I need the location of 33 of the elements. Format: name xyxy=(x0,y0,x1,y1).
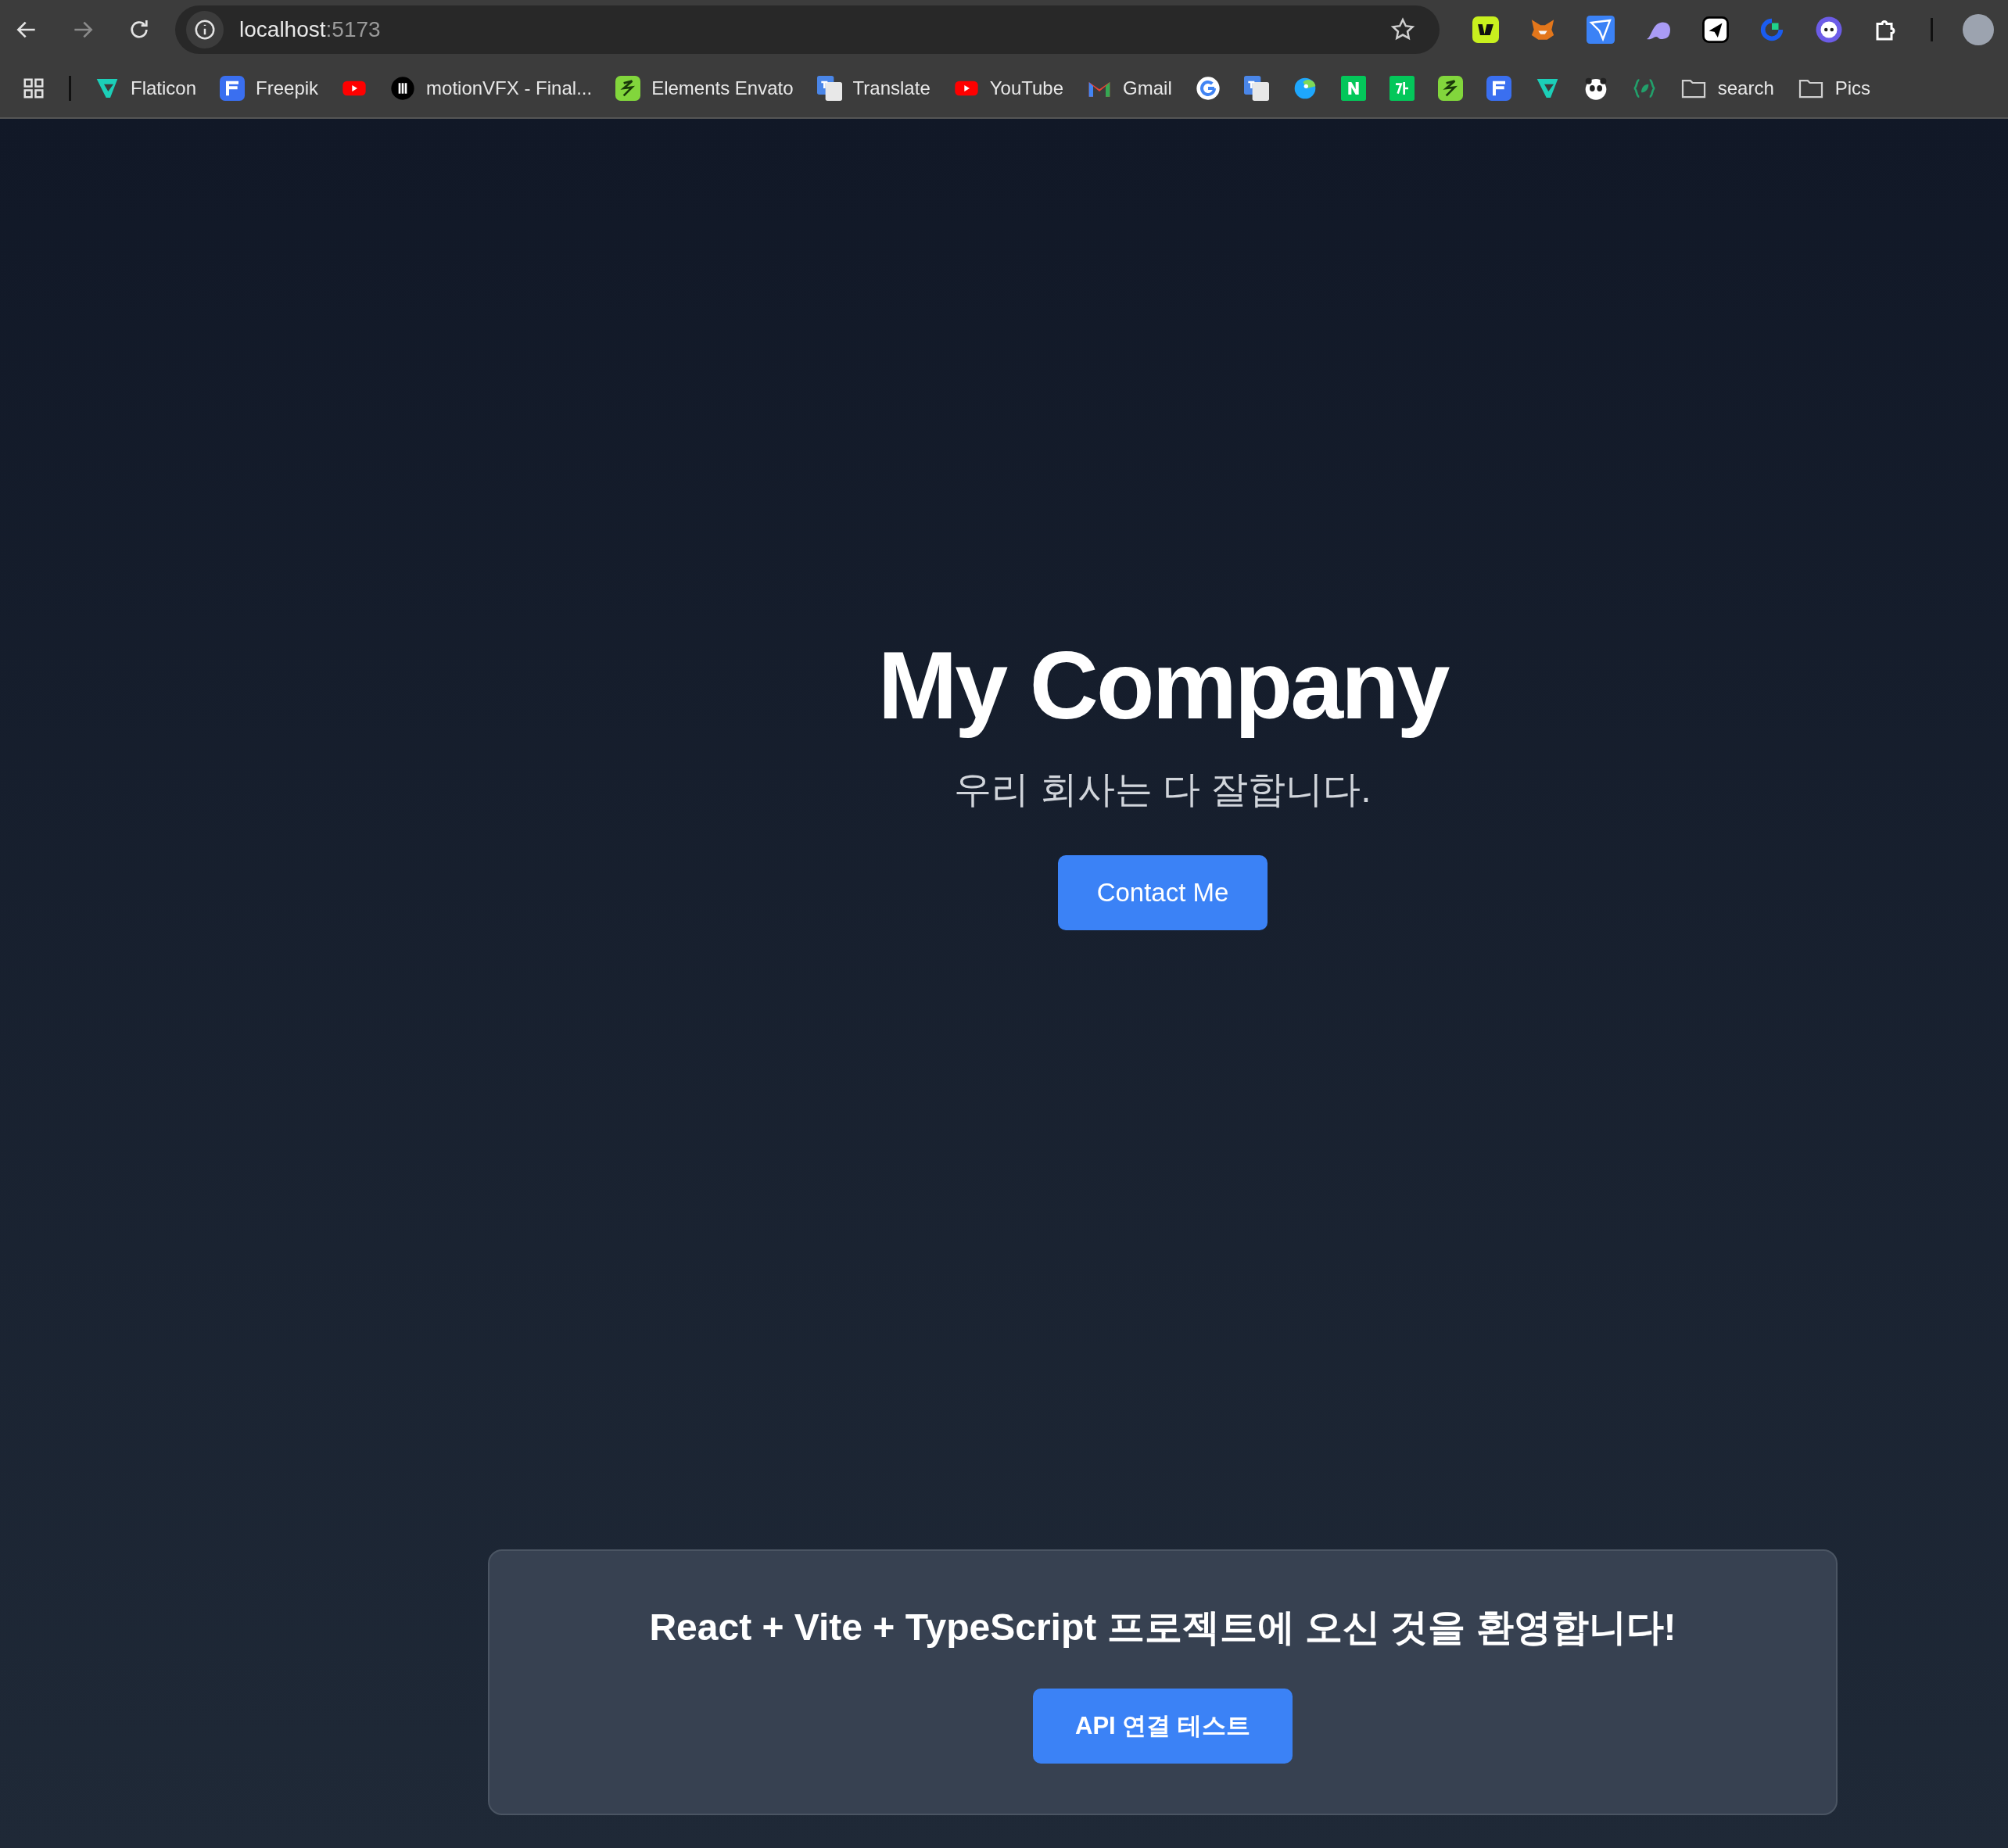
bars-logo-icon[interactable] xyxy=(390,76,416,101)
apps-grid-icon[interactable] xyxy=(22,77,45,100)
bookmark-link[interactable]: motionVFX - Final... xyxy=(426,74,593,102)
contact-button[interactable]: Contact Me xyxy=(1058,855,1268,931)
f-logo-icon[interactable] xyxy=(220,76,246,101)
folder-icon[interactable] xyxy=(1797,77,1824,99)
ring-icon[interactable] xyxy=(1759,16,1785,43)
folder-icon[interactable] xyxy=(1680,77,1707,99)
welcome-heading: React + Vite + TypeScript 프로젝트에 오신 것을 환영합니다! xyxy=(649,1606,1676,1650)
n-logo-icon[interactable] xyxy=(1340,76,1366,101)
hero-title: My Company xyxy=(877,633,1448,739)
bookmark-link[interactable]: search xyxy=(1717,74,1774,102)
url-text: localhost:5173 xyxy=(239,16,381,43)
api-test-button[interactable]: API 연결 테스트 xyxy=(1033,1689,1293,1764)
address-bar[interactable]: localhost:5173 xyxy=(175,5,1440,54)
hero-subtitle: 우리 회사는 다 잘합니다. xyxy=(954,768,1372,812)
info-icon[interactable] xyxy=(193,18,217,41)
g-logo-icon[interactable] xyxy=(1195,76,1221,101)
f-logo-icon[interactable] xyxy=(1486,76,1511,101)
translate-icon[interactable] xyxy=(1243,76,1269,101)
send-icon[interactable] xyxy=(1702,16,1729,43)
bookmark-link[interactable]: YouTube xyxy=(989,74,1064,102)
profile-avatar[interactable] xyxy=(1963,14,1994,45)
translate-icon[interactable] xyxy=(816,76,842,101)
letter-tile-icon[interactable] xyxy=(1389,76,1415,101)
bookmark-link[interactable]: Translate xyxy=(852,74,930,102)
bookmark-link[interactable]: Pics xyxy=(1834,74,1871,102)
paper-plane-icon[interactable] xyxy=(1587,16,1615,44)
face-icon[interactable] xyxy=(1815,16,1843,44)
bookmark-link[interactable]: Elements Envato xyxy=(651,74,794,102)
bookmark-link[interactable]: Flaticon xyxy=(131,74,197,102)
bookmark-link[interactable]: Freepik xyxy=(256,74,319,102)
bookmark-link[interactable]: Gmail xyxy=(1123,74,1172,102)
